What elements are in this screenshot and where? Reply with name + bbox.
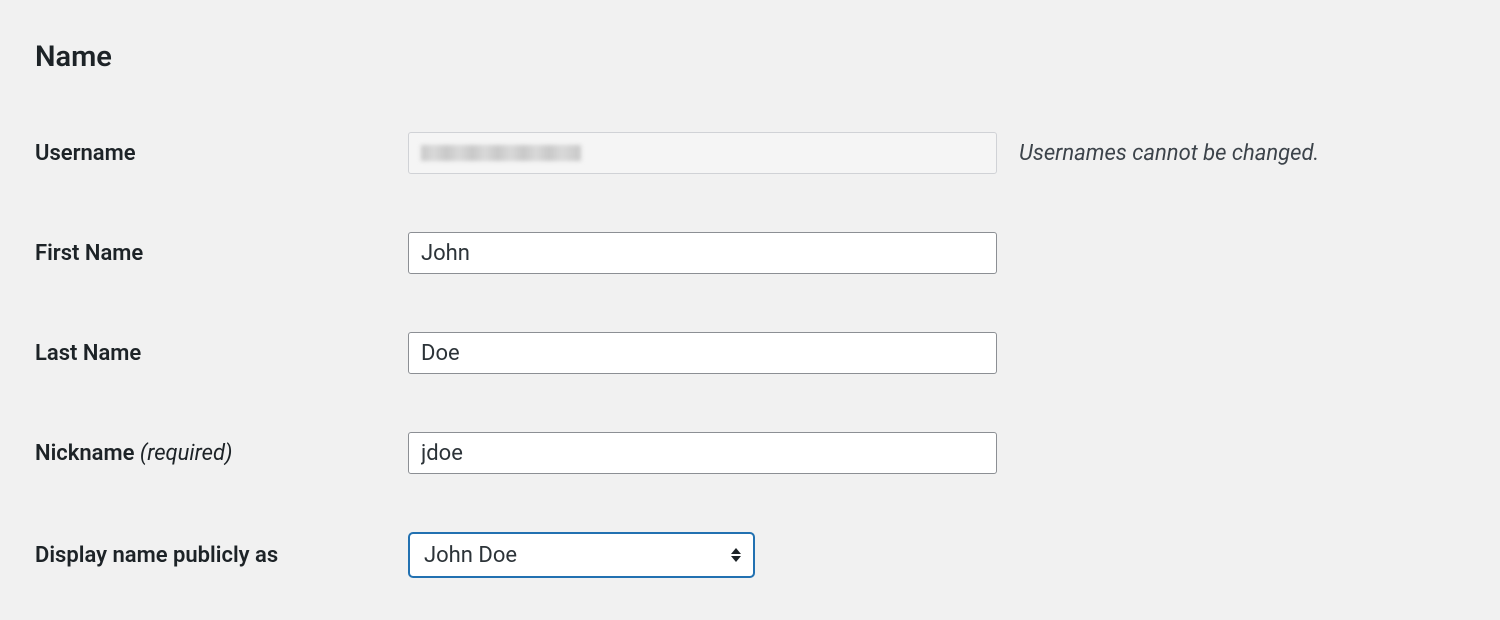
nickname-label: Nickname (required): [35, 441, 408, 466]
first-name-field[interactable]: [408, 232, 997, 274]
nickname-field[interactable]: [408, 432, 997, 474]
first-name-label: First Name: [35, 241, 408, 266]
username-field: [408, 132, 997, 174]
form-row-nickname: Nickname (required): [35, 432, 1465, 474]
form-row-display-name: Display name publicly as John Doe: [35, 532, 1465, 578]
display-name-label: Display name publicly as: [35, 543, 408, 568]
section-title-name: Name: [35, 40, 1465, 74]
nickname-label-text: Nickname: [35, 441, 134, 466]
display-name-select[interactable]: John Doe: [408, 532, 755, 578]
username-label: Username: [35, 141, 408, 166]
last-name-label: Last Name: [35, 341, 408, 366]
username-redacted: [421, 145, 581, 161]
form-row-first-name: First Name: [35, 232, 1465, 274]
form-row-last-name: Last Name: [35, 332, 1465, 374]
form-row-username: Username Usernames cannot be changed.: [35, 132, 1465, 174]
username-hint: Usernames cannot be changed.: [997, 141, 1319, 166]
last-name-field[interactable]: [408, 332, 997, 374]
nickname-required-text: (required): [140, 441, 233, 466]
